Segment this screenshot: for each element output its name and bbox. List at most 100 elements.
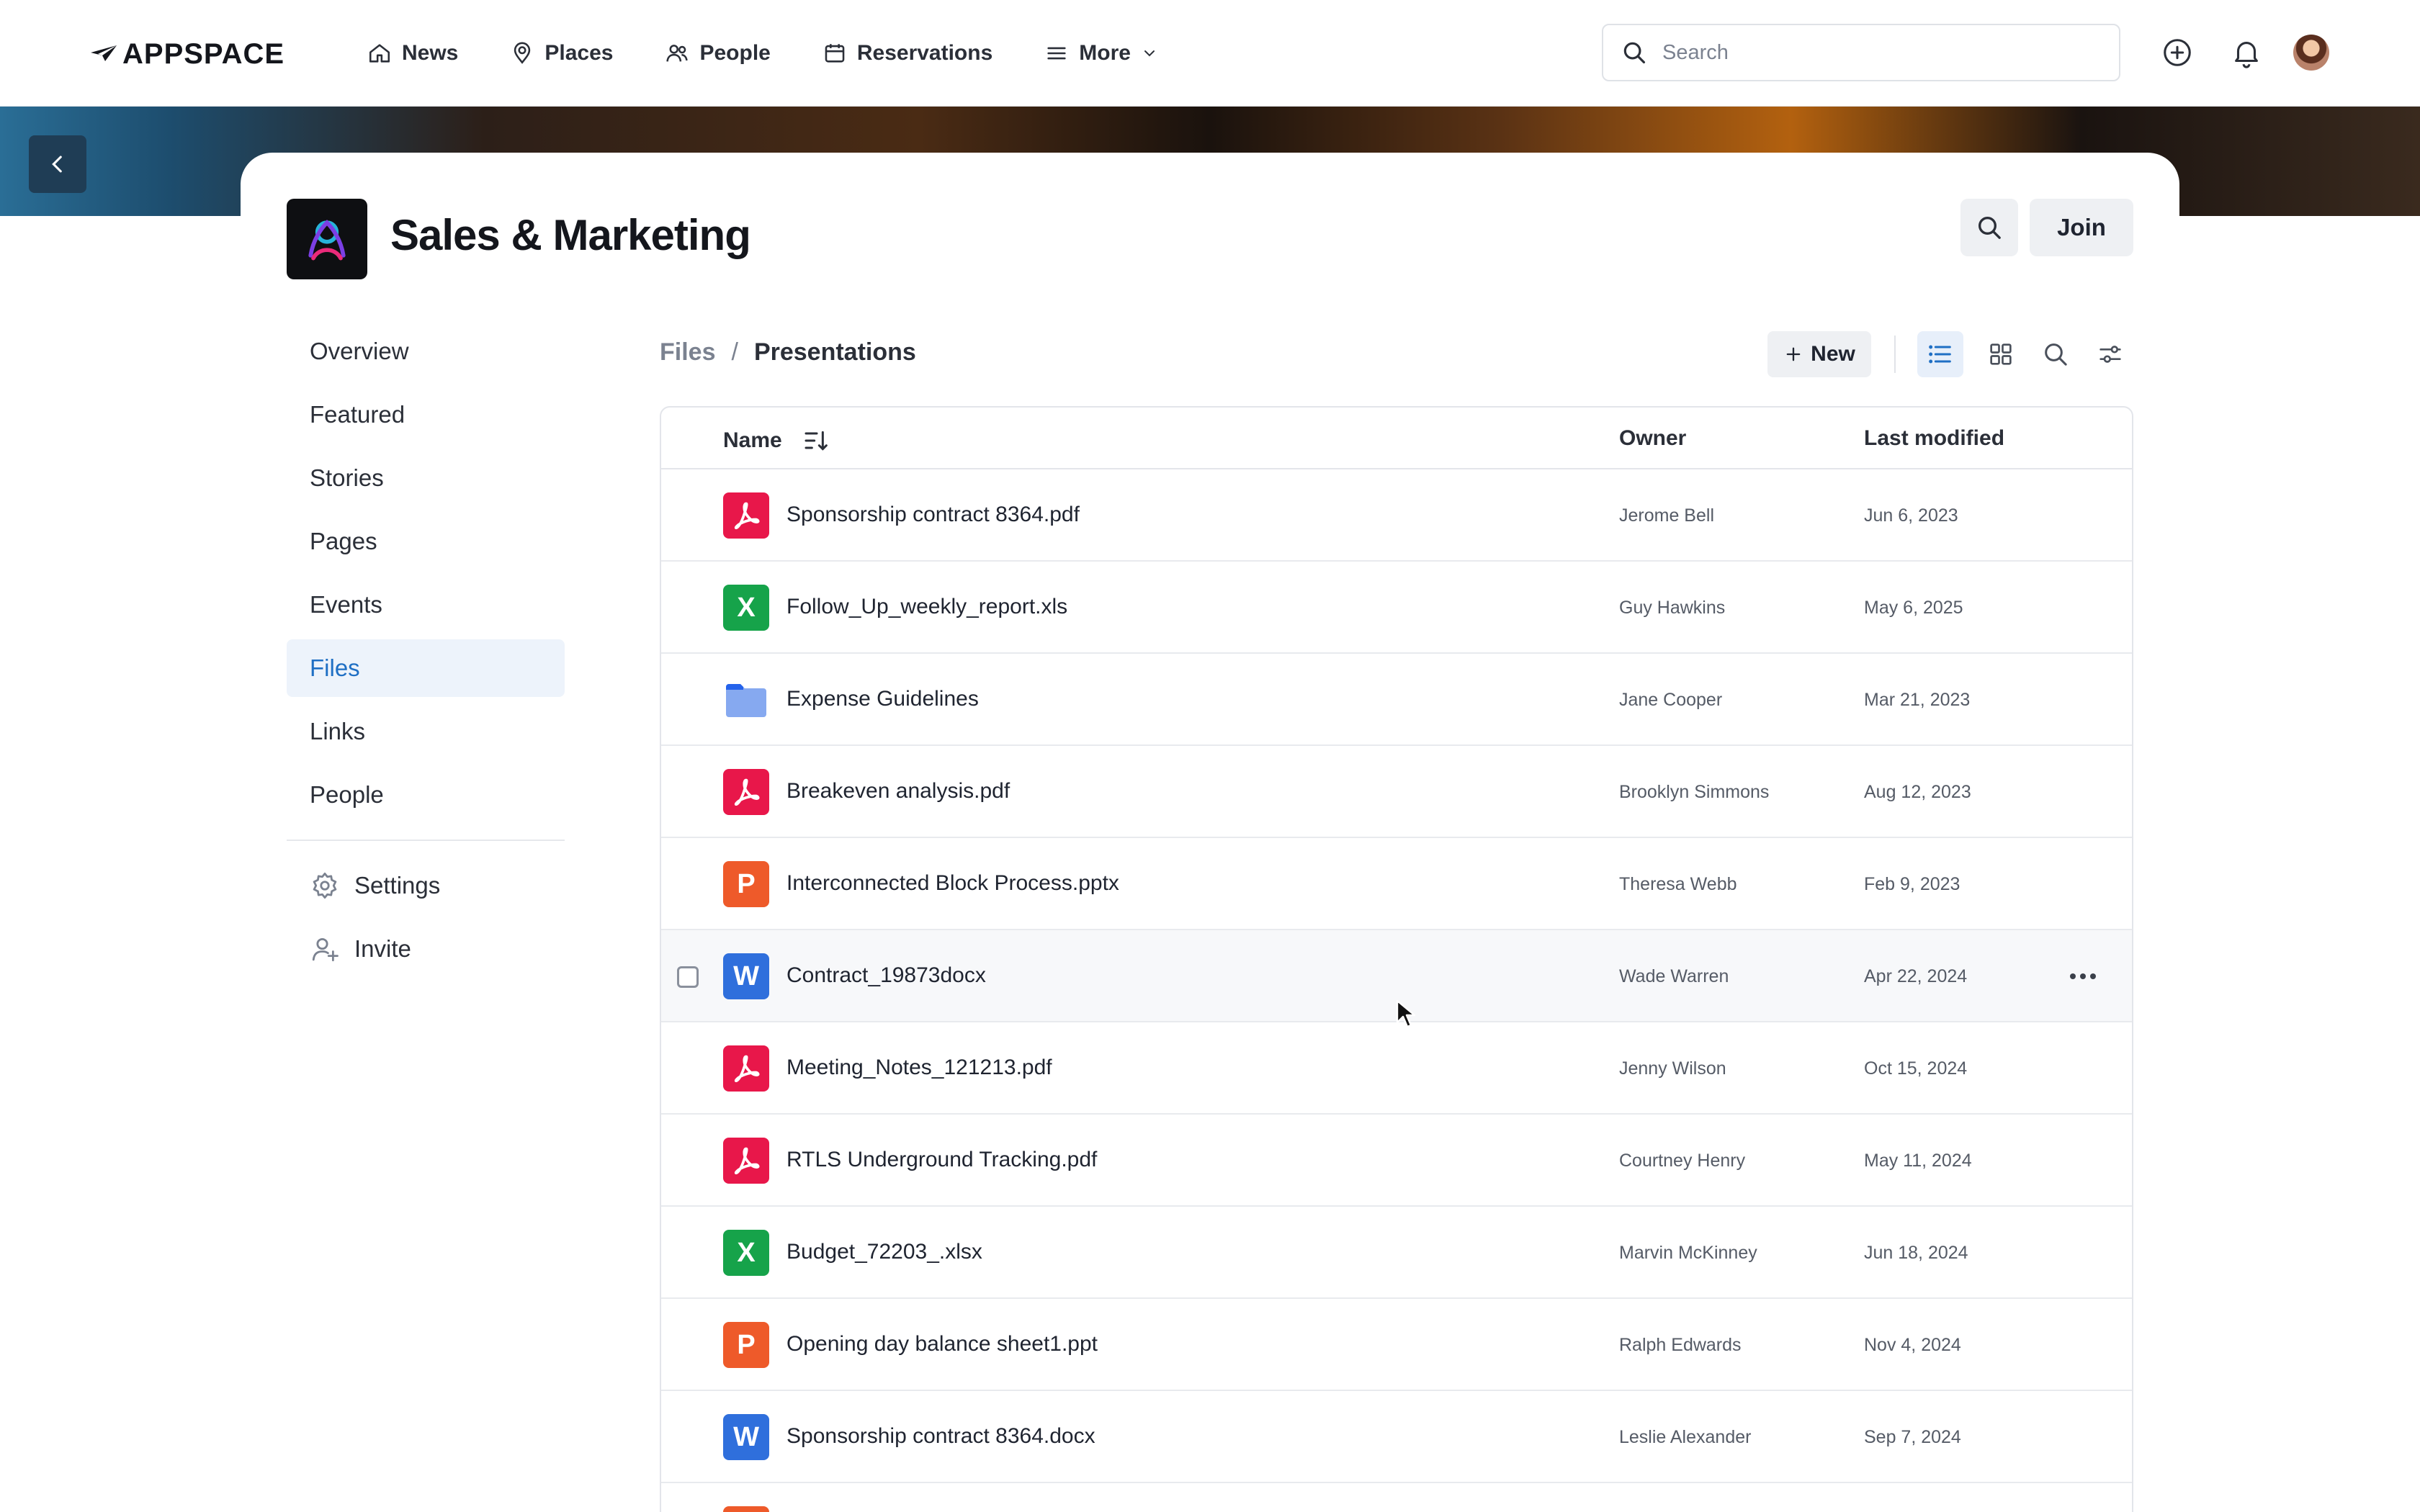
breadcrumb-separator: / <box>731 338 738 366</box>
nav-label: Places <box>544 41 614 65</box>
acrobat-icon <box>734 1055 760 1083</box>
side-item-links[interactable]: Links <box>287 703 565 760</box>
back-button[interactable] <box>29 135 86 193</box>
nav-places[interactable]: Places <box>510 32 639 75</box>
table-row[interactable]: Sponsorship contract 8364.pdf Jerome Bell… <box>661 469 2132 562</box>
filter-button[interactable] <box>2087 331 2133 377</box>
table-row[interactable]: P Opening day balance sheet1.ppt Ralph Edw… <box>661 1299 2132 1391</box>
arc-logo-icon <box>308 220 346 261</box>
table-row[interactable]: Expense Guidelines Jane Cooper Mar 21, 202… <box>661 654 2132 746</box>
column-owner[interactable]: Owner <box>1619 426 1686 451</box>
list-view-button[interactable] <box>1917 331 1963 377</box>
global-search[interactable] <box>1602 24 2120 81</box>
search-icon <box>1978 217 2001 239</box>
file-name: Expense Guidelines <box>786 687 979 711</box>
new-button[interactable]: New <box>1767 331 1871 377</box>
toolbar-divider <box>1894 336 1896 373</box>
table-header: Name Owner Last modified <box>661 408 2132 469</box>
table-row[interactable]: X Follow_Up_weekly_report.xls Guy Hawkins M… <box>661 562 2132 654</box>
nav-more[interactable]: More <box>1044 32 1184 75</box>
files-search-button[interactable] <box>2033 331 2079 377</box>
chevron-left-icon <box>52 156 62 173</box>
table-row[interactable]: Breakeven analysis.pdf Brooklyn Simmons Au… <box>661 746 2132 838</box>
side-item-events[interactable]: Events <box>287 576 565 634</box>
sort-icon[interactable] <box>802 426 831 455</box>
appspace-logo[interactable]: APPSPACE <box>89 36 284 72</box>
nav-label: More <box>1079 41 1131 65</box>
user-avatar[interactable] <box>2293 35 2329 71</box>
nav-label: Reservations <box>856 41 993 65</box>
grid-view-button[interactable] <box>1978 331 2024 377</box>
file-owner: Jane Cooper <box>1619 690 1723 710</box>
table-row[interactable]: P Interconnected Block Process.pptx Theres… <box>661 838 2132 930</box>
file-owner: Jenny Wilson <box>1619 1058 1726 1079</box>
brand-wordmark: APPSPACE <box>122 37 285 70</box>
side-item-stories[interactable]: Stories <box>287 449 565 507</box>
column-last-modified[interactable]: Last modified <box>1864 426 2004 451</box>
table-row[interactable] <box>661 1483 2132 1512</box>
row-more-options-icon[interactable] <box>2066 962 2100 991</box>
file-name: Interconnected Block Process.pptx <box>786 871 1119 895</box>
table-row[interactable]: X Budget_72203_.xlsx Marvin McKinney Jun 18… <box>661 1207 2132 1299</box>
bell-icon[interactable] <box>2230 36 2263 69</box>
folder-file-icon <box>723 677 769 723</box>
file-owner: Marvin McKinney <box>1619 1243 1757 1263</box>
file-name: Contract_19873docx <box>786 963 986 987</box>
gear-icon <box>313 872 337 899</box>
file-name: Meeting_Notes_121213.pdf <box>786 1056 1052 1079</box>
space-search-button[interactable] <box>1960 199 2018 256</box>
file-owner: Theresa Webb <box>1619 874 1737 894</box>
file-owner: Brooklyn Simmons <box>1619 782 1770 802</box>
ppt-file-icon: P <box>723 1322 769 1368</box>
paper-plane-icon <box>91 45 117 61</box>
add-circle-icon[interactable] <box>2161 36 2194 69</box>
nav-people[interactable]: People <box>665 32 796 75</box>
nav-label: People <box>699 41 771 65</box>
location-icon <box>514 42 531 64</box>
xls-file-icon: X <box>723 1230 769 1276</box>
side-item-pages[interactable]: Pages <box>287 513 565 570</box>
file-type-letter: X <box>737 1237 756 1268</box>
column-name-label: Name <box>723 428 782 452</box>
pdf-file-icon <box>723 492 769 539</box>
pdf-file-icon <box>723 1045 769 1092</box>
file-modified: Aug 12, 2023 <box>1864 782 1971 802</box>
file-owner: Wade Warren <box>1619 966 1729 986</box>
table-row[interactable]: W Sponsorship contract 8364.docx Leslie Al… <box>661 1391 2132 1483</box>
file-modified: Feb 9, 2023 <box>1864 874 1960 894</box>
file-name: Sponsorship contract 8364.docx <box>786 1424 1095 1448</box>
ppt-file-icon: P <box>723 861 769 907</box>
table-row[interactable]: Meeting_Notes_121213.pdf Jenny Wilson Oct … <box>661 1022 2132 1115</box>
side-item-people[interactable]: People <box>287 766 565 824</box>
side-item-label: Invite <box>354 935 411 962</box>
file-modified: Sep 7, 2024 <box>1864 1427 1961 1447</box>
search-input[interactable] <box>1662 40 2066 65</box>
side-item-invite[interactable]: Invite <box>287 920 565 978</box>
side-item-overview[interactable]: Overview <box>287 323 565 380</box>
nav-news[interactable]: News <box>367 32 484 75</box>
side-item-files[interactable]: Files <box>287 639 565 697</box>
file-modified: Mar 21, 2023 <box>1864 690 1971 710</box>
list-view-icon <box>1929 345 1951 364</box>
side-item-featured[interactable]: Featured <box>287 386 565 444</box>
join-button[interactable]: Join <box>2030 199 2133 256</box>
file-modified: May 11, 2024 <box>1864 1151 1972 1171</box>
breadcrumb: Files / Presentations <box>660 338 916 366</box>
file-name: Opening day balance sheet1.ppt <box>786 1332 1098 1356</box>
ppt-file-icon <box>723 1506 769 1512</box>
table-row[interactable]: RTLS Underground Tracking.pdf Courtney He… <box>661 1115 2132 1207</box>
side-item-settings[interactable]: Settings <box>287 857 565 914</box>
page-title: Sales & Marketing <box>390 211 751 259</box>
file-owner: Guy Hawkins <box>1619 598 1726 618</box>
grid-view-icon <box>1990 343 2012 365</box>
main-nav: News Places People Reservations More <box>367 32 1210 75</box>
file-modified: May 6, 2025 <box>1864 598 1963 618</box>
table-body: Sponsorship contract 8364.pdf Jerome Bell… <box>661 469 2132 1512</box>
file-type-letter: W <box>733 1421 759 1452</box>
column-name: Name <box>723 426 831 455</box>
nav-reservations[interactable]: Reservations <box>823 32 1018 75</box>
acrobat-icon <box>734 502 760 530</box>
doc-file-icon: W <box>723 1414 769 1460</box>
row-checkbox[interactable] <box>677 966 699 988</box>
breadcrumb-root[interactable]: Files <box>660 338 715 366</box>
